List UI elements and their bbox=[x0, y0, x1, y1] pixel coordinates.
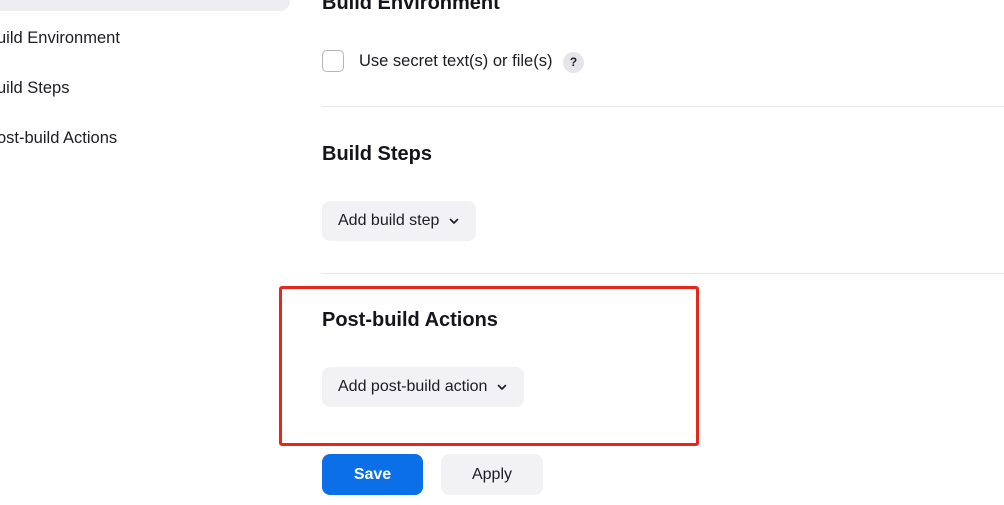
sidebar-item-build-environment[interactable]: Build Environment bbox=[0, 29, 120, 48]
save-button[interactable]: Save bbox=[322, 454, 423, 495]
section-divider bbox=[322, 106, 1004, 107]
sidebar-item-build-steps[interactable]: Build Steps bbox=[0, 79, 69, 98]
question-circle-icon[interactable]: ? bbox=[563, 52, 584, 73]
use-secret-label[interactable]: Use secret text(s) or file(s) bbox=[359, 52, 552, 71]
configure-page: Build Environment Build Steps Post-build… bbox=[0, 0, 1004, 505]
build-environment-title: Build Environment bbox=[322, 0, 500, 14]
highlight-annotation-box bbox=[279, 286, 699, 446]
sidebar-item-post-build-actions[interactable]: Post-build Actions bbox=[0, 129, 117, 148]
section-divider bbox=[322, 273, 1004, 274]
use-secret-checkbox[interactable] bbox=[322, 50, 344, 72]
add-build-step-label: Add build step bbox=[338, 212, 440, 229]
chevron-down-icon bbox=[450, 218, 459, 224]
apply-button[interactable]: Apply bbox=[441, 454, 543, 495]
build-steps-title: Build Steps bbox=[322, 143, 433, 165]
sidebar-active-item[interactable] bbox=[0, 0, 290, 11]
add-build-step-button[interactable]: Add build step bbox=[322, 201, 477, 241]
